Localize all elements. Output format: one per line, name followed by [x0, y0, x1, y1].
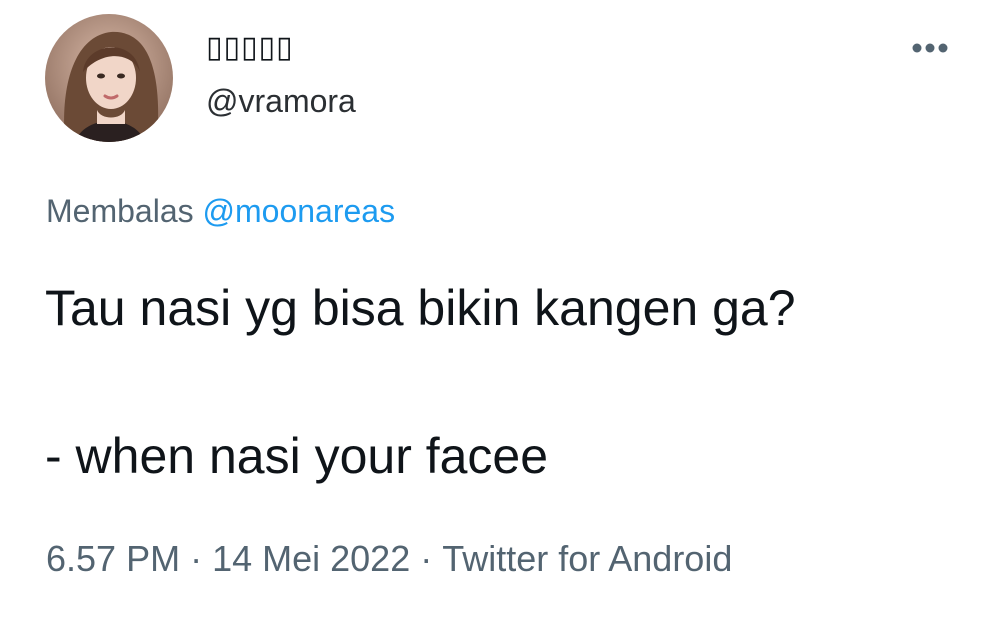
reply-prefix: Membalas: [46, 193, 194, 229]
tweet-text-line-1: Tau nasi yg bisa bikin kangen ga?: [45, 280, 796, 336]
user-avatar-photo-icon: [45, 14, 173, 142]
more-options-button[interactable]: [906, 34, 954, 62]
reply-context: Membalas @moonareas: [46, 193, 395, 230]
separator-dot: ·: [420, 538, 433, 579]
author-avatar[interactable]: [45, 14, 173, 142]
tweet-text-line-2: - when nasi your facee: [45, 428, 549, 484]
author-handle[interactable]: @vramora: [206, 83, 356, 120]
separator-dot: ·: [190, 538, 203, 579]
author-display-name[interactable]: ▯▯▯▯▯: [206, 30, 294, 65]
reply-to-mention-link[interactable]: @moonareas: [203, 193, 396, 229]
tweet-card: ▯▯▯▯▯ @vramora Membalas @moonareas Tau n…: [0, 0, 1000, 618]
more-dots-icon: [912, 43, 948, 53]
tweet-source-link[interactable]: Twitter for Android: [442, 538, 732, 579]
tweet-time-link[interactable]: 6.57 PM: [46, 538, 180, 579]
tweet-metadata: 6.57 PM · 14 Mei 2022 · Twitter for Android: [46, 538, 732, 580]
tweet-date-link[interactable]: 14 Mei 2022: [212, 538, 410, 579]
